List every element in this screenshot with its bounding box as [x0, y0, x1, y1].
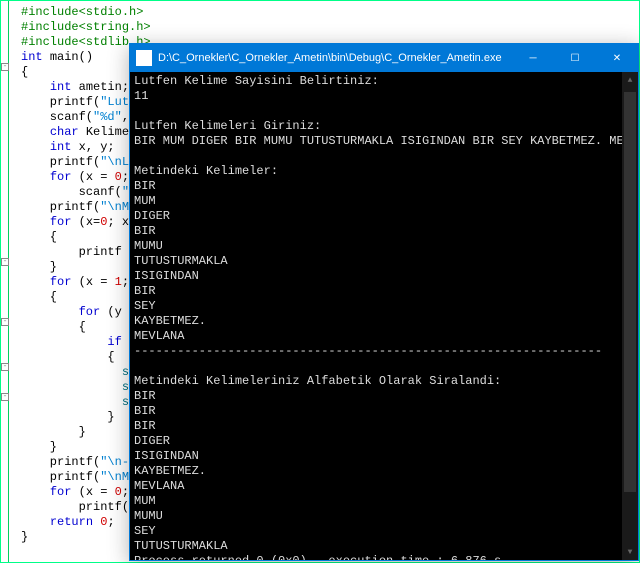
scroll-down-icon[interactable]: ▼ — [622, 544, 638, 560]
scrollbar-thumb[interactable] — [624, 92, 636, 492]
maximize-icon: ☐ — [571, 53, 580, 64]
minimize-icon: ─ — [529, 53, 536, 64]
maximize-button[interactable]: ☐ — [554, 44, 596, 72]
code-line: #include<stdio.h> — [9, 5, 639, 20]
app-icon — [136, 50, 152, 66]
titlebar[interactable]: D:\C_Ornekler\C_Ornekler_Ametin\bin\Debu… — [130, 44, 638, 72]
window-title: D:\C_Ornekler\C_Ornekler_Ametin\bin\Debu… — [158, 52, 512, 64]
scroll-up-icon[interactable]: ▲ — [622, 72, 638, 88]
minimize-button[interactable]: ─ — [512, 44, 554, 72]
close-icon: ✕ — [613, 53, 621, 64]
vertical-scrollbar[interactable]: ▲ ▼ — [622, 72, 638, 560]
console-window: D:\C_Ornekler\C_Ornekler_Ametin\bin\Debu… — [129, 43, 639, 561]
code-line: #include<string.h> — [9, 20, 639, 35]
console-output[interactable]: Lutfen Kelime Sayisini Belirtiniz: 11 Lu… — [130, 72, 638, 560]
close-button[interactable]: ✕ — [596, 44, 638, 72]
